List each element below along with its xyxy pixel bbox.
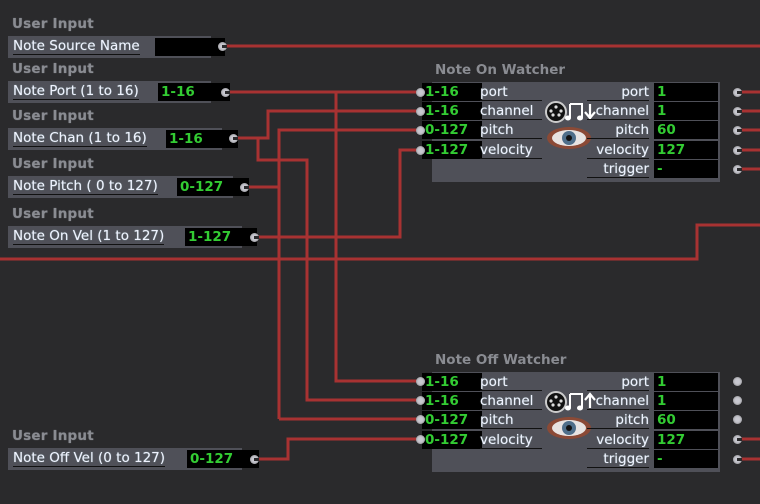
out-label: pitch	[587, 122, 649, 139]
in-label: channel	[480, 393, 542, 410]
output-port[interactable]	[733, 455, 742, 464]
in-label: channel	[480, 103, 542, 120]
note-port-field[interactable]: 1-16	[158, 83, 230, 101]
in-velocity-field[interactable]: 0-127	[422, 431, 482, 449]
user-input-title: User Input	[12, 16, 94, 32]
in-channel-field[interactable]: 1-16	[422, 102, 482, 120]
in-label: port	[480, 84, 542, 101]
user-input-note-off-vel[interactable]: Note Off Vel (0 to 127) 0-127	[8, 448, 259, 470]
user-input-title: User Input	[12, 206, 94, 222]
user-input-label: Note Source Name	[13, 38, 140, 55]
user-input-label: Note On Vel (1 to 127)	[13, 228, 165, 245]
out-label: velocity	[587, 432, 649, 449]
user-input-label: Note Port (1 to 16)	[13, 83, 139, 100]
input-port[interactable]	[416, 107, 425, 116]
output-port[interactable]	[733, 377, 742, 386]
user-input-title: User Input	[12, 428, 94, 444]
output-port[interactable]	[250, 233, 259, 242]
out-label: trigger	[587, 161, 649, 178]
input-port[interactable]	[416, 146, 425, 155]
wire-chan-to-on[interactable]	[235, 109, 420, 140]
input-port[interactable]	[416, 377, 425, 386]
in-pitch-field[interactable]: 0-127	[422, 121, 482, 139]
output-port[interactable]	[733, 435, 742, 444]
user-input-note-chan[interactable]: Note Chan (1 to 16) 1-16	[8, 128, 238, 150]
note-chan-field[interactable]: 1-16	[166, 130, 238, 148]
out-pitch-value: 60	[654, 121, 718, 139]
out-label: channel	[587, 393, 649, 410]
output-port[interactable]	[733, 126, 742, 135]
input-port[interactable]	[416, 435, 425, 444]
user-input-note-port[interactable]: Note Port (1 to 16) 1-16	[8, 81, 230, 103]
in-label: pitch	[480, 412, 542, 429]
in-pitch-field[interactable]: 0-127	[422, 411, 482, 429]
in-label: velocity	[480, 142, 542, 159]
user-input-label: Note Off Vel (0 to 127)	[13, 450, 166, 467]
user-input-label: Note Pitch ( 0 to 127)	[13, 178, 158, 195]
user-input-note-pitch[interactable]: Note Pitch ( 0 to 127) 0-127	[8, 176, 249, 198]
out-channel-value: 1	[654, 102, 718, 120]
user-input-source-name[interactable]: Note Source Name	[8, 36, 225, 58]
output-port[interactable]	[733, 165, 742, 174]
note-off-watcher-title: Note Off Watcher	[435, 352, 567, 368]
input-port[interactable]	[416, 88, 425, 97]
output-port[interactable]	[221, 88, 230, 97]
output-port[interactable]	[733, 88, 742, 97]
note-pitch-field[interactable]: 0-127	[177, 178, 249, 196]
in-port-field[interactable]: 1-16	[422, 83, 482, 101]
out-label: pitch	[587, 412, 649, 429]
in-port-field[interactable]: 1-16	[422, 373, 482, 391]
in-label: pitch	[480, 122, 542, 139]
note-off-watcher[interactable]: 1-16 1-16 0-127 0-127 port channel pitch…	[422, 372, 720, 472]
out-label: port	[587, 84, 649, 101]
output-port[interactable]	[250, 455, 259, 464]
out-channel-value: 1	[654, 392, 718, 410]
out-velocity-value: 127	[654, 141, 718, 159]
note-off-vel-field[interactable]: 0-127	[187, 450, 259, 468]
user-input-title: User Input	[12, 61, 94, 77]
in-channel-field[interactable]: 1-16	[422, 392, 482, 410]
output-port[interactable]	[229, 134, 238, 143]
in-label: velocity	[480, 432, 542, 449]
out-trigger-value: -	[654, 450, 718, 468]
out-velocity-value: 127	[654, 431, 718, 449]
output-port[interactable]	[733, 146, 742, 155]
out-port-value: 1	[654, 373, 718, 391]
in-velocity-field[interactable]: 1-127	[422, 141, 482, 159]
input-port[interactable]	[416, 126, 425, 135]
output-port[interactable]	[240, 183, 249, 192]
out-pitch-value: 60	[654, 411, 718, 429]
note-on-watcher[interactable]: 1-16 1-16 0-127 1-127 port channel pitch…	[422, 82, 720, 182]
out-label: trigger	[587, 451, 649, 468]
note-on-vel-field[interactable]: 1-127	[185, 228, 257, 246]
user-input-title: User Input	[12, 108, 94, 124]
user-input-note-on-vel[interactable]: Note On Vel (1 to 127) 1-127	[8, 226, 257, 248]
note-on-watcher-title: Note On Watcher	[435, 62, 566, 78]
wire-chan-to-off[interactable]	[256, 138, 420, 402]
out-label: channel	[587, 103, 649, 120]
source-name-field[interactable]	[155, 38, 225, 56]
input-port[interactable]	[416, 415, 425, 424]
wire-offvel-to-off[interactable]	[256, 437, 420, 461]
output-port[interactable]	[218, 42, 227, 51]
user-input-label: Note Chan (1 to 16)	[13, 130, 147, 147]
out-label: velocity	[587, 142, 649, 159]
out-port-value: 1	[654, 83, 718, 101]
out-trigger-value: -	[654, 160, 718, 178]
output-port[interactable]	[733, 107, 742, 116]
user-input-title: User Input	[12, 156, 94, 172]
out-label: port	[587, 374, 649, 391]
output-port[interactable]	[733, 396, 742, 405]
output-port[interactable]	[733, 415, 742, 424]
wire-onvel-to-on[interactable]	[256, 148, 420, 239]
input-port[interactable]	[416, 396, 425, 405]
in-label: port	[480, 374, 542, 391]
